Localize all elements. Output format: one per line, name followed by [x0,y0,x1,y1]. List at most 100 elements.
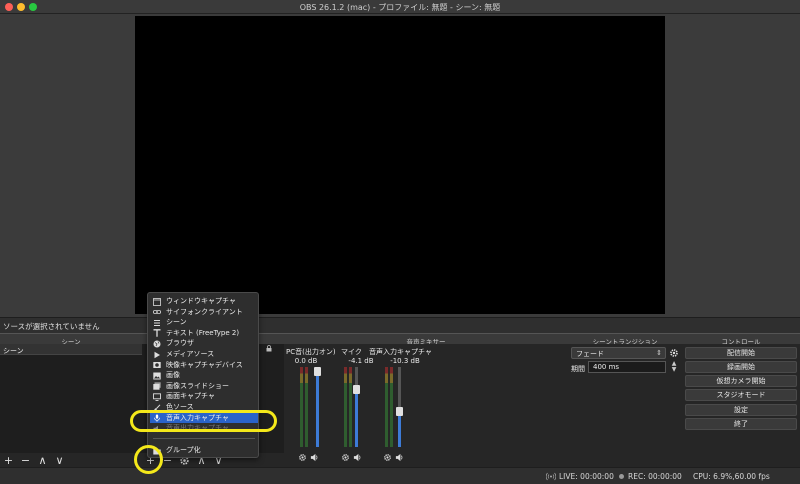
menu-item-label: テキスト (FreeType 2) [166,328,240,337]
menu-item-label: メディアソース [166,350,215,358]
globe-icon [153,340,161,348]
select-arrows-icon: ⇕ [656,349,662,357]
start-streaming-button[interactable]: 配信開始 [685,347,797,359]
volume-slider-fill [355,389,358,447]
record-indicator-icon [619,474,624,479]
play-icon [154,351,160,358]
volume-meter [385,367,388,447]
image-icon [153,372,161,380]
rec-timer: REC: 00:00:00 [628,472,682,481]
channel-name: 音声入力キャプチャ [369,348,432,356]
menu-item-label: グループ化 [166,446,201,454]
volume-slider[interactable] [314,367,321,447]
volume-slider[interactable] [353,367,360,447]
list-icon [154,319,160,326]
move-scene-down-button[interactable]: ∨ [54,455,65,466]
menu-item-label: ウィンドウキャプチャ [166,297,236,305]
volume-meter [300,367,303,447]
add-source-context-menu: ウィンドウキャプチャ サイフォンクライアント シーン テキスト (FreeTyp… [147,292,259,458]
transition-properties-gear-icon[interactable] [669,348,679,358]
start-recording-button[interactable]: 録画開始 [685,361,797,373]
dock-headers: シーン ソース 音声ミキサー シーントランジション コントロール [0,333,800,346]
channel-controls [341,453,362,462]
volume-slider-knob[interactable] [314,367,321,376]
channel-controls [298,453,319,462]
gear-icon[interactable] [383,453,392,462]
mixer-channel: 音声入力キャプチャ -10.3 dB [369,347,449,465]
channel-controls [383,453,404,462]
menu-item-group[interactable]: グループ化 [150,445,258,456]
menu-item-scene[interactable]: シーン [150,317,258,328]
menu-item-label: ブラウザ [166,339,194,348]
volume-meter [390,367,393,447]
scene-list[interactable] [0,355,142,453]
lock-icon [266,345,272,352]
status-bar: LIVE: 00:00:00 REC: 00:00:00 CPU: 6.9%,6… [0,467,800,484]
volume-slider-knob[interactable] [353,385,360,395]
window-icon [153,297,161,306]
volume-slider[interactable] [396,367,403,447]
no-source-selected-text: ソースが選択されていません [3,322,100,331]
menu-item-text[interactable]: テキスト (FreeType 2) [150,328,258,339]
menu-item-syphon-client[interactable]: サイフォンクライアント [150,307,258,318]
text-icon [153,329,161,338]
monitor-icon [153,393,161,401]
source-status-strip: ソースが選択されていません [0,317,800,333]
link-icon [153,310,161,314]
menu-item-label: 映像キャプチャデバイス [166,360,243,369]
scene-transitions-dock: フェード ⇕ 期間 400 ms ▲ ▼ [568,344,682,467]
duration-label: 期間 [571,365,585,373]
scenes-toolbar: + − ∧ ∨ [0,453,65,467]
add-scene-button[interactable]: + [3,455,14,466]
volume-slider-fill [398,411,401,447]
menu-item-browser[interactable]: ブラウザ [150,338,258,349]
volume-slider-fill [316,367,319,447]
menu-item-image-slideshow[interactable]: 画像スライドショー [150,381,258,392]
transition-selected-value: フェード [576,350,604,358]
menu-item-label: 画像スライドショー [166,381,229,390]
preview-area [0,14,800,317]
speaker-icon[interactable] [310,453,319,462]
menu-item-image[interactable]: 画像 [150,370,258,381]
highlight-circle [134,445,163,474]
menu-item-label: 画面キャプチャ [166,392,215,401]
volume-slider-knob[interactable] [396,407,403,416]
menu-item-label: サイフォンクライアント [166,307,243,316]
start-virtual-camera-button[interactable]: 仮想カメラ開始 [685,375,797,387]
menu-item-display-capture[interactable]: 画面キャプチャ [150,391,258,402]
studio-mode-button[interactable]: スタジオモード [685,389,797,401]
settings-button[interactable]: 設定 [685,404,797,416]
menu-item-media-source[interactable]: メディアソース [150,349,258,360]
move-scene-up-button[interactable]: ∧ [37,455,48,466]
remove-scene-button[interactable]: − [20,455,31,466]
transition-select[interactable]: フェード ⇕ [571,347,666,359]
gear-icon[interactable] [341,453,350,462]
menu-item-video-capture-device[interactable]: 映像キャプチャデバイス [150,360,258,371]
camera-icon [153,362,161,369]
live-timer: LIVE: 00:00:00 [559,472,614,481]
window-title: OBS 26.1.2 (mac) - プロファイル: 無題 - シーン: 無題 [299,3,501,12]
audio-mixer: PC音(出力オン) 0.0 dB マイク -4.1 dB 音声入力キャプチャ -… [284,344,568,467]
menu-separator [153,438,255,439]
broadcast-icon [546,472,556,481]
menu-item-window-capture[interactable]: ウィンドウキャプチャ [150,296,258,307]
title-bar: OBS 26.1.2 (mac) - プロファイル: 無題 - シーン: 無題 [0,0,800,14]
speaker-icon[interactable] [353,453,362,462]
speaker-icon[interactable] [395,453,404,462]
menu-item-label: シーン [166,318,187,327]
cpu-fps: CPU: 6.9%,60.00 fps [693,472,770,481]
volume-meter [305,367,308,447]
channel-db: -10.3 dB [390,357,420,365]
scene-list-header: シーン [0,344,142,355]
gear-icon[interactable] [298,453,307,462]
channel-db: 0.0 dB [294,357,318,365]
duration-input[interactable]: 400 ms [588,361,666,373]
highlight-oval [130,410,277,432]
duration-stepper[interactable]: ▲ ▼ [669,361,679,373]
menu-item-label: 画像 [166,371,180,380]
exit-button[interactable]: 終了 [685,418,797,430]
volume-meter [344,367,347,447]
preview-canvas[interactable] [135,16,665,314]
controls-dock: 配信開始 録画開始 仮想カメラ開始 スタジオモード 設定 終了 [682,344,800,467]
slideshow-icon [153,382,161,390]
